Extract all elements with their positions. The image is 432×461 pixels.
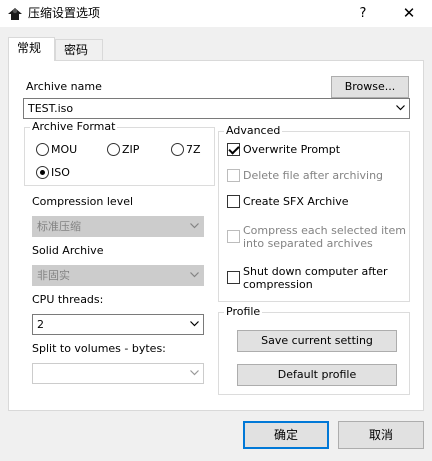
cpu-threads-label: CPU threads:: [32, 293, 104, 306]
delete-after-checkbox: [227, 169, 240, 182]
chevron-down-icon: [190, 272, 199, 278]
advanced-title: Advanced: [224, 124, 283, 138]
tab-general[interactable]: 常规: [8, 37, 55, 61]
archive-name-combo[interactable]: TEST.iso: [23, 98, 410, 119]
window-title: 压缩设置选项: [28, 6, 101, 20]
radio-7z[interactable]: [171, 143, 184, 156]
archive-name-label: Archive name: [26, 80, 102, 93]
overwrite-prompt-checkbox[interactable]: [227, 143, 240, 156]
archive-format-title: Archive Format: [30, 120, 118, 134]
split-volumes-label: Split to volumes - bytes:: [32, 342, 166, 355]
radio-zip[interactable]: [107, 143, 120, 156]
compress-each-label-1: Compress each selected item: [243, 224, 406, 237]
cancel-button[interactable]: 取消: [338, 421, 424, 449]
close-button[interactable]: ✕: [386, 0, 432, 27]
chevron-down-icon[interactable]: [190, 321, 199, 327]
save-setting-button[interactable]: Save current setting: [237, 330, 397, 352]
compression-level-combo: 标准压缩: [32, 216, 204, 237]
split-volumes-combo[interactable]: [32, 363, 204, 384]
title-bar[interactable]: 压缩设置选项 ? ✕: [0, 0, 432, 27]
tab-password[interactable]: 密码: [55, 39, 103, 61]
browse-button[interactable]: Browse...: [331, 76, 409, 98]
cpu-threads-value: 2: [37, 318, 44, 331]
app-icon: [8, 8, 22, 20]
solid-archive-value: 非固实: [37, 269, 70, 282]
chevron-down-icon[interactable]: [396, 105, 405, 111]
overwrite-prompt-label[interactable]: Overwrite Prompt: [243, 143, 340, 157]
cpu-threads-combo[interactable]: 2: [32, 314, 204, 335]
help-button[interactable]: ?: [340, 0, 386, 27]
shutdown-label-2[interactable]: compression: [243, 278, 313, 292]
compression-level-label: Compression level: [32, 195, 134, 208]
radio-iso[interactable]: [36, 166, 49, 179]
ok-button[interactable]: 确定: [243, 421, 329, 449]
create-sfx-checkbox[interactable]: [227, 195, 240, 208]
radio-mou-label[interactable]: MOU: [51, 143, 77, 157]
radio-7z-label[interactable]: 7Z: [186, 143, 201, 157]
solid-archive-label: Solid Archive: [32, 244, 104, 257]
solid-archive-combo: 非固实: [32, 265, 204, 286]
compress-each-checkbox: [227, 230, 240, 243]
shutdown-label-1[interactable]: Shut down computer after: [243, 265, 387, 279]
chevron-down-icon: [190, 223, 199, 229]
chevron-down-icon[interactable]: [190, 370, 199, 376]
create-sfx-label[interactable]: Create SFX Archive: [243, 195, 349, 209]
compression-level-value: 标准压缩: [37, 220, 81, 233]
default-profile-button[interactable]: Default profile: [237, 364, 397, 386]
radio-zip-label[interactable]: ZIP: [122, 143, 139, 157]
profile-title: Profile: [224, 305, 263, 319]
radio-iso-label[interactable]: ISO: [51, 166, 70, 180]
shutdown-checkbox[interactable]: [227, 271, 240, 284]
archive-name-value: TEST.iso: [28, 102, 74, 115]
delete-after-label: Delete file after archiving: [243, 169, 384, 182]
compress-each-label-2: into separated archives: [243, 237, 373, 250]
radio-mou[interactable]: [36, 143, 49, 156]
